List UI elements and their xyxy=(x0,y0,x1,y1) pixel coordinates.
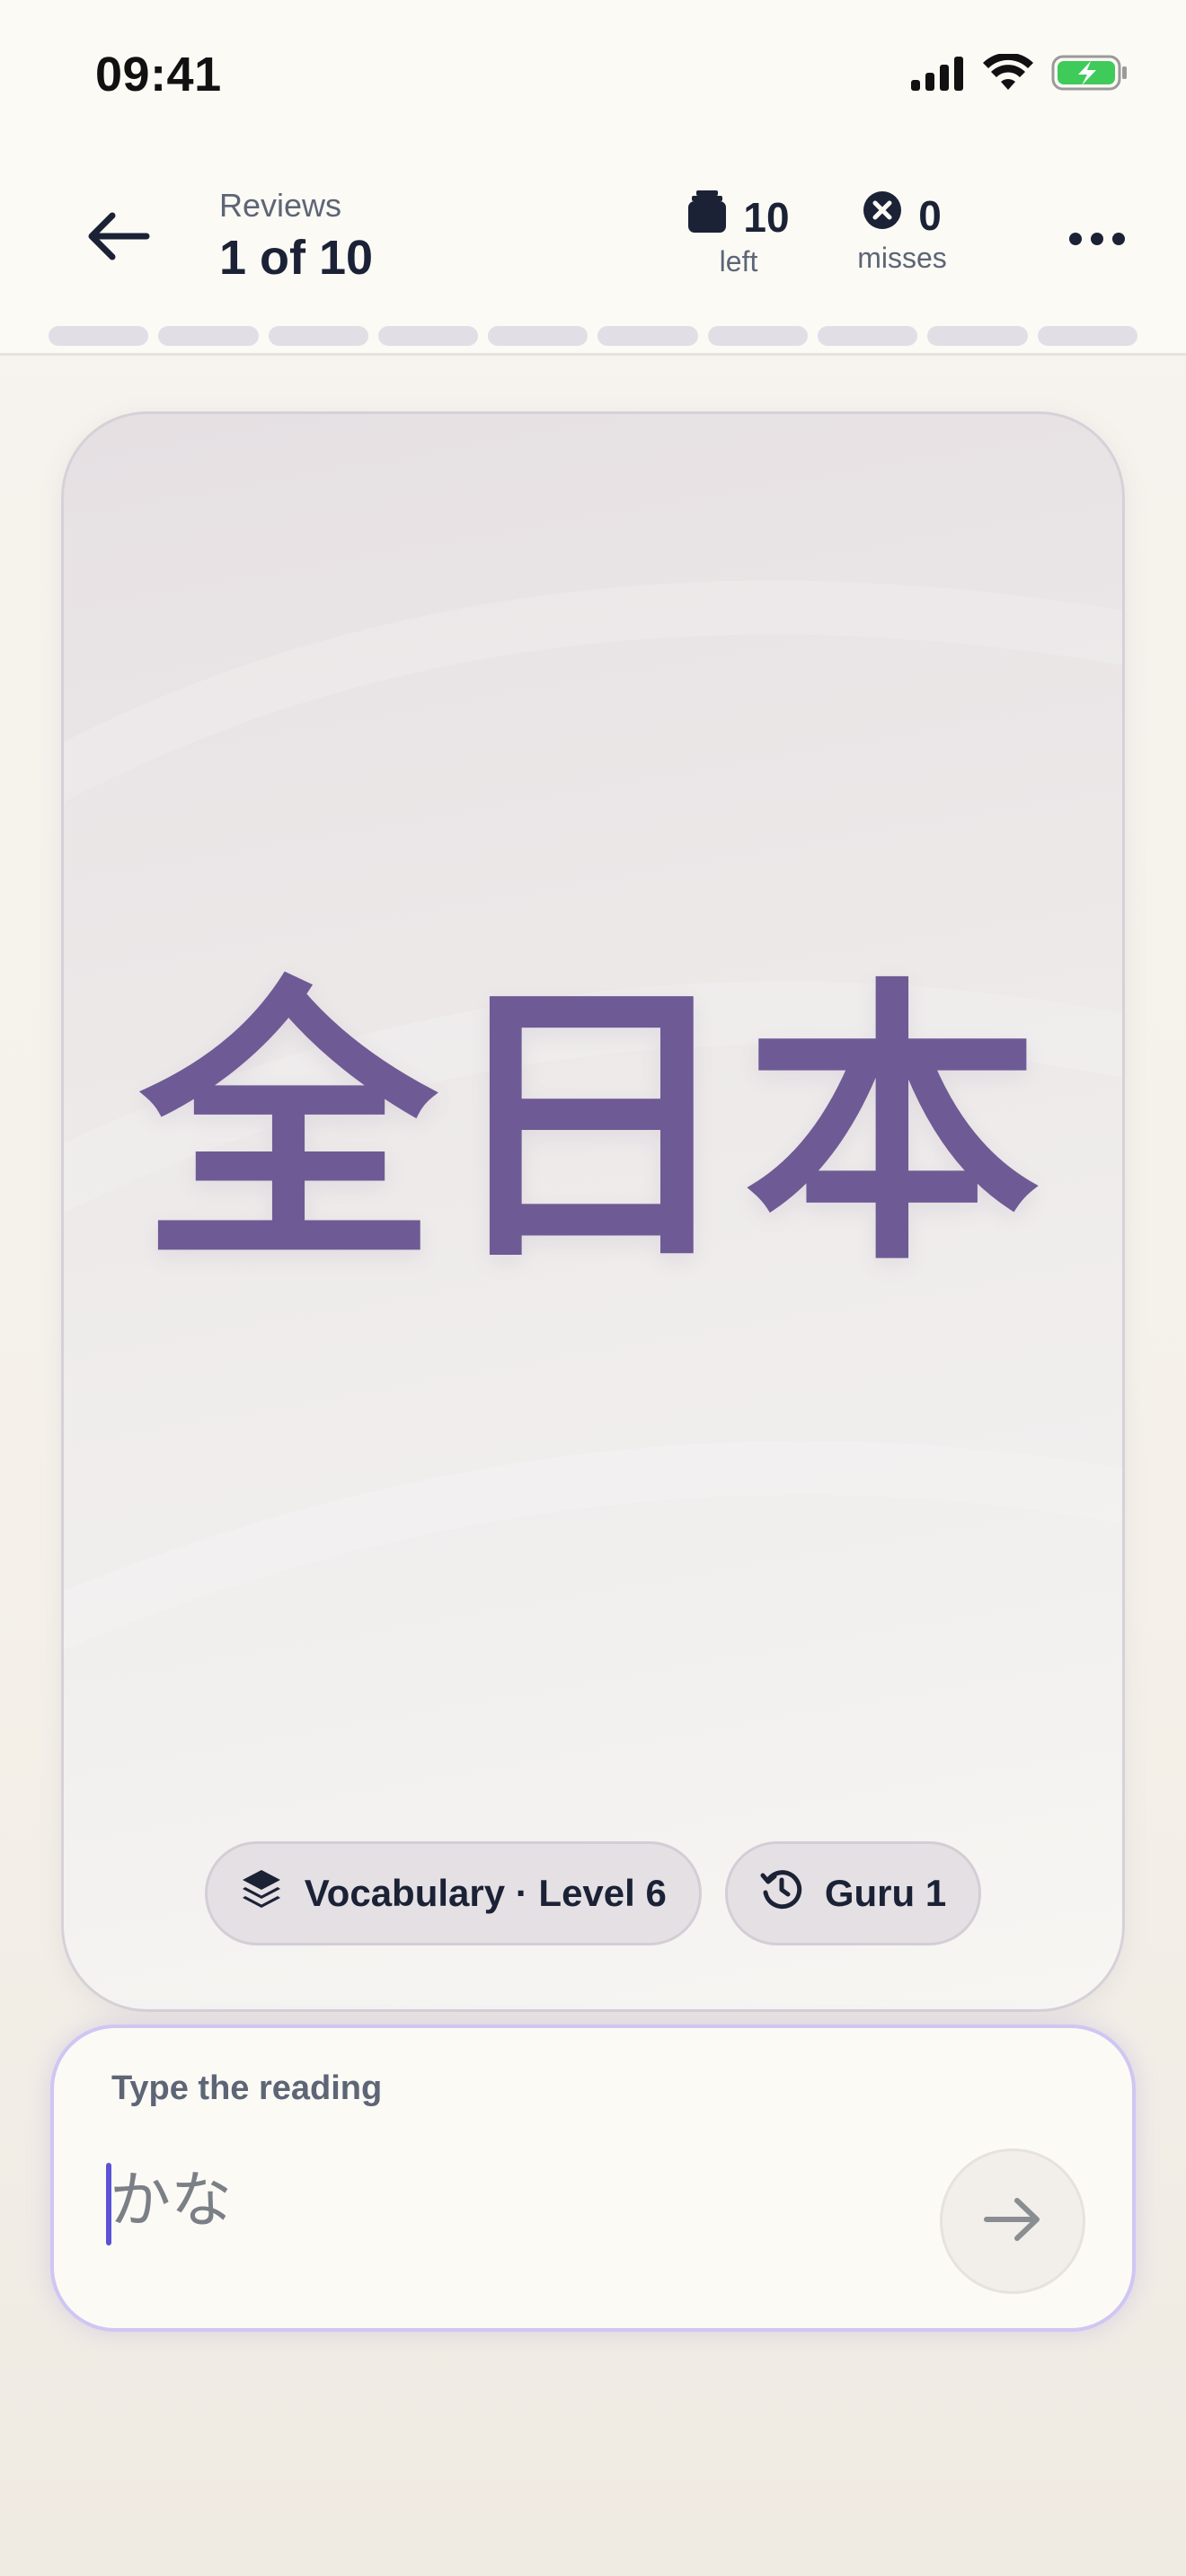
subject-type-label: Vocabulary · Level 6 xyxy=(304,1872,667,1914)
header-titles: Reviews 1 of 10 xyxy=(219,187,373,286)
subject-characters: 全日本 xyxy=(140,955,1046,1300)
more-horizontal-icon xyxy=(1068,232,1126,251)
progress-segment xyxy=(377,326,479,346)
progress-segment xyxy=(597,326,698,346)
srs-stage-chip: Guru 1 xyxy=(724,1841,982,1945)
progress-segment xyxy=(49,326,149,346)
status-bar: 09:41 xyxy=(0,0,1186,151)
more-options-button[interactable] xyxy=(1057,205,1137,277)
stat-misses: 0 misses xyxy=(848,190,956,275)
back-button[interactable] xyxy=(77,198,158,278)
x-circle-icon xyxy=(863,190,902,240)
status-time: 09:41 xyxy=(95,48,222,101)
stat-left-value: 10 xyxy=(743,193,790,241)
wifi-icon xyxy=(983,52,1033,96)
submit-answer-button[interactable] xyxy=(940,2148,1085,2294)
review-counter: 1 of 10 xyxy=(219,231,374,285)
progress-segment xyxy=(927,326,1028,346)
progress-segment xyxy=(158,326,259,346)
subject-chips: Vocabulary · Level 6 Guru 1 xyxy=(0,1841,1186,1945)
signal-icon xyxy=(911,55,965,95)
text-caret xyxy=(106,2163,111,2245)
reading-answer-input[interactable] xyxy=(110,2154,918,2247)
arrow-left-icon xyxy=(85,209,150,268)
subject-type-chip: Vocabulary · Level 6 xyxy=(204,1841,702,1945)
status-icons xyxy=(911,52,1128,96)
card-stack-icon xyxy=(687,190,727,243)
progress-segment xyxy=(488,326,589,346)
stat-left-label: left xyxy=(719,245,758,278)
arrow-right-icon xyxy=(981,2194,1044,2249)
battery-charging-icon xyxy=(1051,54,1128,96)
header-eyebrow: Reviews xyxy=(219,187,342,224)
history-icon xyxy=(760,1867,803,1919)
answer-prompt: Type the reading xyxy=(111,2069,383,2107)
progress-segment xyxy=(707,326,809,346)
progress-segment xyxy=(1037,326,1137,346)
progress-segment xyxy=(268,326,368,346)
stat-misses-label: misses xyxy=(857,242,947,274)
review-progress-bar xyxy=(49,326,1137,346)
layers-icon xyxy=(240,1867,283,1919)
stat-misses-value: 0 xyxy=(918,191,942,239)
stat-left: 10 left xyxy=(676,190,801,278)
progress-segment xyxy=(818,326,918,346)
srs-stage-label: Guru 1 xyxy=(824,1872,947,1914)
review-header: Reviews 1 of 10 10 left 0 misses xyxy=(0,151,1186,356)
answer-panel: Type the reading xyxy=(50,2025,1136,2332)
